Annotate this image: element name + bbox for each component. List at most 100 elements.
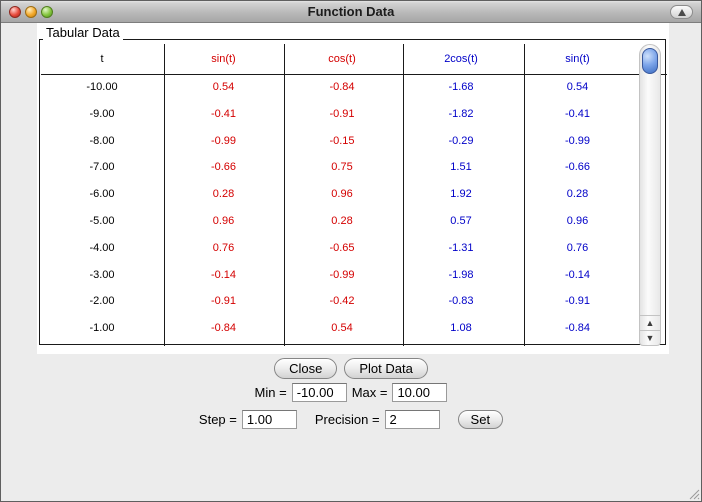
table-cell: -0.83: [401, 288, 521, 315]
table-cell: -0.99: [521, 128, 634, 155]
table-cell: -0.91: [521, 288, 634, 315]
table-cell: 0.96: [283, 181, 401, 208]
precision-input[interactable]: [385, 410, 440, 429]
set-button[interactable]: Set: [458, 410, 504, 429]
table-cell: -0.99: [164, 128, 283, 155]
table-cell: 0.28: [521, 181, 634, 208]
table-header-row: tsin(t)cos(t)2cos(t)sin(t): [40, 44, 637, 74]
table-cell: -0.99: [283, 262, 401, 289]
min-max-row: Min = Max =: [1, 382, 701, 402]
data-table: tsin(t)cos(t)2cos(t)sin(t) -10.000.54-0.…: [40, 44, 637, 345]
table-cell: -1.31: [401, 235, 521, 262]
table-row: -1.00-0.840.541.08-0.84: [40, 315, 637, 342]
table-cell: -3.00: [40, 262, 164, 289]
column-header: sin(t): [164, 44, 283, 74]
table-cell: -0.41: [164, 101, 283, 128]
table-row: -3.00-0.14-0.99-1.98-0.14: [40, 262, 637, 289]
table-cell: 1.51: [401, 154, 521, 181]
table-cell: 0.54: [283, 315, 401, 342]
scroll-down-icon[interactable]: ▼: [640, 330, 660, 345]
table-row: -4.000.76-0.65-1.310.76: [40, 235, 637, 262]
table-cell: -0.14: [164, 262, 283, 289]
table-row: -10.000.54-0.84-1.680.54: [40, 74, 637, 101]
table-cell: 0.75: [283, 154, 401, 181]
table-cell: -0.84: [521, 315, 634, 342]
max-label: Max =: [352, 385, 388, 400]
scroll-up-icon[interactable]: ▲: [640, 315, 660, 330]
step-label: Step =: [199, 412, 237, 427]
table-cell: -1.00: [40, 315, 164, 342]
table-row: -6.000.280.961.920.28: [40, 181, 637, 208]
table-cell: 1.08: [401, 315, 521, 342]
table-cell: 0.54: [164, 74, 283, 101]
warning-triangle-icon: [678, 9, 686, 16]
table-body: -10.000.54-0.84-1.680.54-9.00-0.41-0.91-…: [40, 74, 637, 342]
table-row: -8.00-0.99-0.15-0.29-0.99: [40, 128, 637, 155]
table-cell: -0.15: [283, 128, 401, 155]
titlebar[interactable]: Function Data: [1, 1, 701, 23]
max-input[interactable]: [392, 383, 447, 402]
plot-data-button[interactable]: Plot Data: [344, 358, 427, 379]
scrollbar-thumb[interactable]: [642, 48, 658, 74]
table-row: -5.000.960.280.570.96: [40, 208, 637, 235]
table-cell: -4.00: [40, 235, 164, 262]
table-cell: 0.57: [401, 208, 521, 235]
tabular-data-group-title: Tabular Data: [43, 25, 123, 40]
table-cell: -5.00: [40, 208, 164, 235]
table-cell: -1.68: [401, 74, 521, 101]
table-cell: -6.00: [40, 181, 164, 208]
table-cell: -7.00: [40, 154, 164, 181]
table-cell: 0.28: [283, 208, 401, 235]
table-cell: -0.66: [521, 154, 634, 181]
step-precision-row: Step = Precision = Set: [1, 409, 701, 429]
function-data-window: Function Data Tabular Data tsin(t)cos(t)…: [0, 0, 702, 502]
tabular-data-panel: Tabular Data tsin(t)cos(t)2cos(t)sin(t) …: [37, 23, 669, 354]
table-row: -7.00-0.660.751.51-0.66: [40, 154, 637, 181]
table-cell: -0.84: [283, 74, 401, 101]
table-cell: 0.76: [521, 235, 634, 262]
table-cell: 0.96: [521, 208, 634, 235]
column-header: 2cos(t): [401, 44, 521, 74]
table-cell: -0.65: [283, 235, 401, 262]
table-cell: 0.76: [164, 235, 283, 262]
table-cell: 0.96: [164, 208, 283, 235]
button-row: Close Plot Data: [1, 358, 701, 379]
column-divider: [524, 44, 525, 346]
close-button[interactable]: Close: [274, 358, 337, 379]
scrollbar-arrows: ▲ ▼: [640, 315, 660, 345]
table-cell: -0.91: [283, 101, 401, 128]
table-cell: -0.66: [164, 154, 283, 181]
table-cell: -10.00: [40, 74, 164, 101]
column-header: sin(t): [521, 44, 634, 74]
step-input[interactable]: [242, 410, 297, 429]
table-row: -9.00-0.41-0.91-1.82-0.41: [40, 101, 637, 128]
table-cell: -0.91: [164, 288, 283, 315]
table-cell: -0.29: [401, 128, 521, 155]
precision-label: Precision =: [315, 412, 380, 427]
column-divider: [403, 44, 404, 346]
table-cell: -0.41: [521, 101, 634, 128]
table-cell: -0.84: [164, 315, 283, 342]
table-cell: -9.00: [40, 101, 164, 128]
table-cell: -0.14: [521, 262, 634, 289]
table-row: -2.00-0.91-0.42-0.83-0.91: [40, 288, 637, 315]
column-divider: [164, 44, 165, 346]
table-cell: -1.98: [401, 262, 521, 289]
table-cell: -8.00: [40, 128, 164, 155]
window-title: Function Data: [1, 4, 701, 19]
toolbar-alert-button[interactable]: [670, 5, 693, 19]
resize-grip-icon[interactable]: [687, 487, 700, 500]
table-cell: 1.92: [401, 181, 521, 208]
vertical-scrollbar[interactable]: ▲ ▼: [639, 44, 661, 346]
column-header: t: [40, 44, 164, 74]
column-header: cos(t): [283, 44, 401, 74]
table-cell: -1.82: [401, 101, 521, 128]
table-cell: 0.28: [164, 181, 283, 208]
table-cell: -0.42: [283, 288, 401, 315]
column-divider: [284, 44, 285, 346]
min-label: Min =: [255, 385, 287, 400]
header-underline: [41, 74, 667, 75]
min-input[interactable]: [292, 383, 347, 402]
table-cell: 0.54: [521, 74, 634, 101]
table-cell: -2.00: [40, 288, 164, 315]
